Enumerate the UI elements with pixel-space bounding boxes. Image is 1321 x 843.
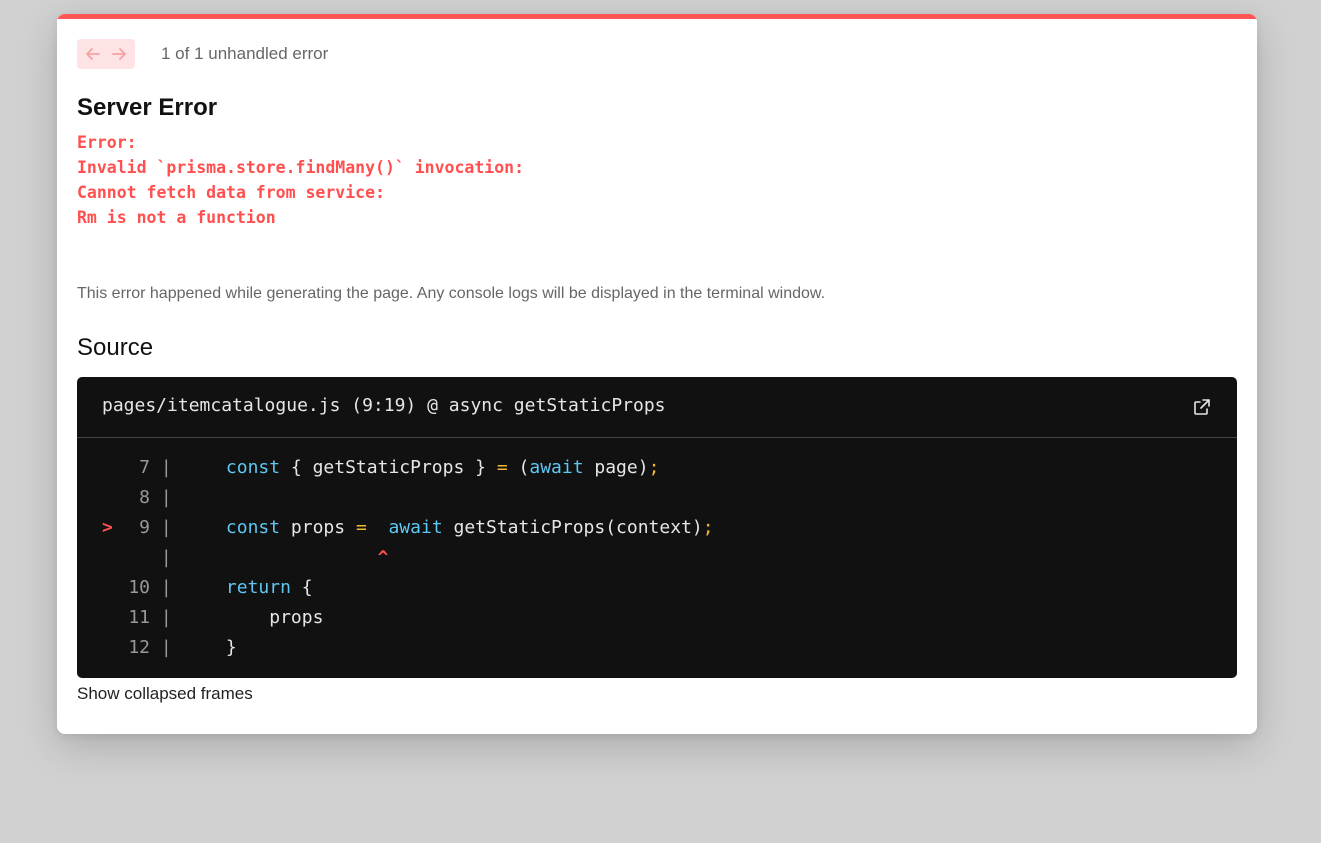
previous-error-button[interactable] bbox=[80, 41, 106, 67]
code-line: | ^ bbox=[77, 543, 714, 573]
code-line: 7 | const { getStaticProps } = (await pa… bbox=[77, 453, 714, 483]
code-text: return { bbox=[172, 577, 313, 598]
code-token: = bbox=[496, 457, 508, 478]
code-text: } bbox=[172, 637, 237, 658]
source-heading: Source bbox=[77, 334, 154, 361]
gutter-marker bbox=[102, 543, 124, 573]
gutter-marker bbox=[102, 603, 124, 633]
code-text: const { getStaticProps } = (await page); bbox=[172, 457, 660, 478]
error-message-line: Rm is not a function bbox=[77, 208, 276, 227]
gutter-marker bbox=[102, 633, 124, 663]
error-message-line: Cannot fetch data from service: bbox=[77, 183, 385, 202]
gutter-marker bbox=[102, 483, 124, 513]
error-navigation: 1 of 1 unhandled error bbox=[77, 39, 328, 69]
nav-button-group bbox=[77, 39, 135, 69]
gutter-separator: | bbox=[150, 577, 172, 598]
line-number: 7 bbox=[139, 457, 150, 478]
arrow-right-icon bbox=[112, 48, 126, 60]
error-message: Error: Invalid `prisma.store.findMany()` … bbox=[77, 130, 524, 230]
code-token: props bbox=[182, 607, 324, 628]
code-line: >9 | const props = await getStaticProps(… bbox=[77, 513, 714, 543]
source-file-link[interactable]: pages/itemcatalogue.js (9:19) @ async ge… bbox=[102, 395, 666, 416]
code-lines: 7 | const { getStaticProps } = (await pa… bbox=[77, 453, 714, 663]
error-message-line: Invalid `prisma.store.findMany()` invoca… bbox=[77, 158, 525, 177]
gutter-marker bbox=[102, 573, 124, 603]
code-token: = bbox=[355, 517, 367, 538]
code-token: ( bbox=[507, 457, 530, 478]
gutter-marker bbox=[102, 453, 124, 483]
error-title: Server Error bbox=[77, 94, 218, 121]
code-token: } bbox=[182, 637, 237, 658]
code-token: ; bbox=[702, 517, 714, 538]
error-count: 1 of 1 unhandled error bbox=[161, 44, 329, 63]
line-number: 9 bbox=[139, 517, 150, 538]
line-number: 11 bbox=[128, 607, 150, 628]
code-token: props bbox=[280, 517, 356, 538]
code-text: ^ bbox=[172, 547, 389, 568]
gutter-separator: | bbox=[150, 517, 172, 538]
error-caret: ^ bbox=[377, 547, 389, 568]
code-text: props bbox=[172, 607, 324, 628]
code-token: await bbox=[388, 517, 443, 538]
arrow-left-icon bbox=[86, 48, 100, 60]
code-line: 8 | bbox=[77, 483, 714, 513]
code-token: { bbox=[290, 577, 313, 598]
error-message-line: Error: bbox=[77, 133, 137, 152]
code-line: 10 | return { bbox=[77, 573, 714, 603]
gutter-separator: | bbox=[150, 547, 172, 568]
gutter-separator: | bbox=[150, 487, 172, 508]
code-text: const props = await getStaticProps(conte… bbox=[172, 517, 714, 538]
gutter-separator: | bbox=[150, 607, 172, 628]
gutter-separator: | bbox=[150, 637, 172, 658]
code-token: ; bbox=[648, 457, 660, 478]
code-token: await bbox=[529, 457, 584, 478]
code-line: 11 | props bbox=[77, 603, 714, 633]
line-number: 8 bbox=[139, 487, 150, 508]
code-token: { getStaticProps } bbox=[280, 457, 497, 478]
error-description: This error happened while generating the… bbox=[77, 285, 826, 302]
error-line-marker: > bbox=[102, 517, 113, 538]
line-number: 12 bbox=[128, 637, 150, 658]
code-token: const bbox=[225, 517, 281, 538]
error-dialog: 1 of 1 unhandled error Server Error Erro… bbox=[57, 14, 1257, 734]
line-number: 10 bbox=[128, 577, 150, 598]
show-collapsed-frames-button[interactable]: Show collapsed frames bbox=[77, 684, 253, 704]
code-token: const bbox=[225, 457, 281, 478]
code-token: page) bbox=[583, 457, 649, 478]
code-token: getStaticProps(context) bbox=[442, 517, 703, 538]
external-link-icon[interactable] bbox=[1192, 397, 1212, 417]
code-token: return bbox=[225, 577, 291, 598]
code-line: 12 | } bbox=[77, 633, 714, 663]
code-frame: pages/itemcatalogue.js (9:19) @ async ge… bbox=[77, 377, 1237, 678]
gutter-separator: | bbox=[150, 457, 172, 478]
next-error-button[interactable] bbox=[106, 41, 132, 67]
code-frame-header: pages/itemcatalogue.js (9:19) @ async ge… bbox=[77, 377, 1237, 438]
